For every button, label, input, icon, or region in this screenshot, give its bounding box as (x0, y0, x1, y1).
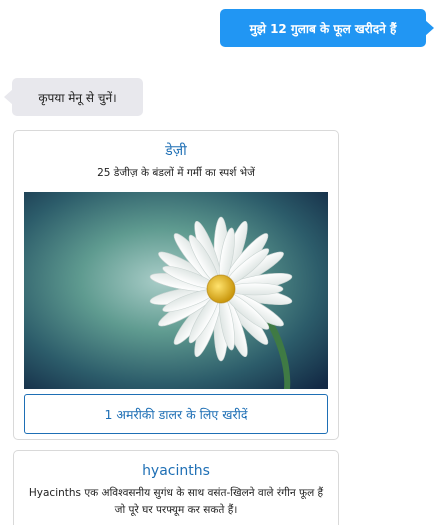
daisy-flower-image (24, 192, 328, 389)
product-card-hyacinths: hyacinths Hyacinths एक अविश्वसनीय सुगंध … (13, 450, 339, 525)
product-title: hyacinths (142, 463, 210, 479)
product-description: Hyacinths एक अविश्वसनीय सुगंध के साथ वसं… (28, 487, 324, 516)
bot-message-text: कृपया मेनू से चुनें। (38, 90, 117, 105)
bot-message-bubble: कृपया मेनू से चुनें। (4, 78, 143, 116)
user-message-bubble: मुझे 12 गुलाब के फूल खरीदने हैं (220, 9, 434, 47)
buy-button[interactable]: 1 अमरीकी डालर के लिए खरीदें (24, 394, 328, 434)
product-title: डेज़ी (165, 143, 187, 159)
user-message-text: मुझे 12 गुलाब के फूल खरीदने हैं (249, 21, 397, 36)
buy-button-label: 1 अमरीकी डालर के लिए खरीदें (104, 406, 248, 422)
product-card-daisy: डेज़ी 25 डेजीज़ के बंडलों में गर्मी का स… (13, 130, 339, 440)
product-description: 25 डेजीज़ के बंडलों में गर्मी का स्पर्श … (97, 167, 255, 179)
chat-window: मुझे 12 गुलाब के फूल खरीदने हैं कृपया मे… (0, 0, 437, 525)
